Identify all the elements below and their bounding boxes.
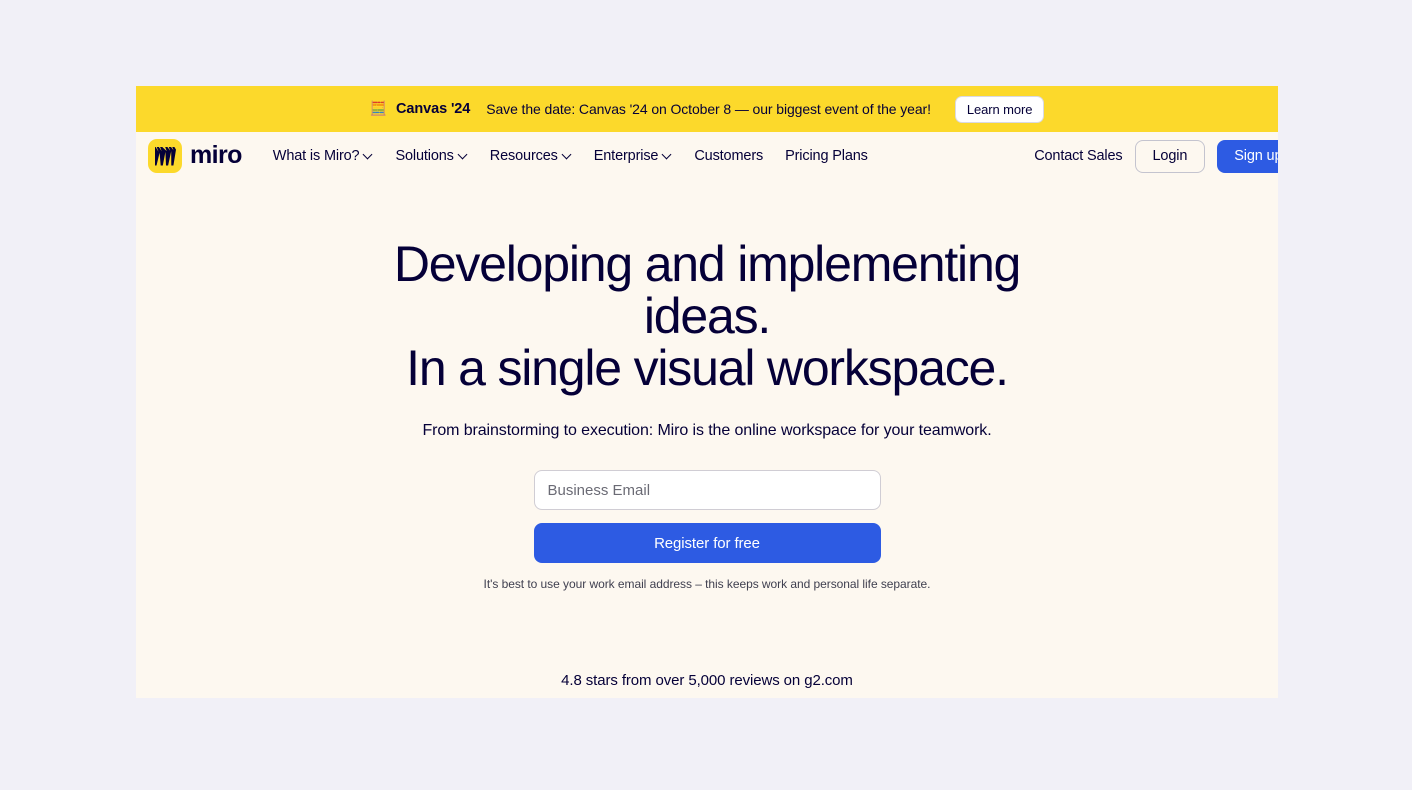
announcement-text: Save the date: Canvas '24 on October 8 —… (486, 101, 931, 117)
nav-item-resources[interactable]: Resources (479, 142, 583, 170)
nav-links: What is Miro? Solutions Resources Enterp… (262, 142, 879, 170)
abacus-icon: 🧮 (369, 100, 388, 116)
email-disclaimer: It's best to use your work email address… (483, 577, 931, 591)
chevron-down-icon (364, 150, 373, 159)
announcement-banner: 🧮 Canvas '24 Save the date: Canvas '24 o… (136, 86, 1278, 132)
signup-form: Register for free (136, 470, 1278, 563)
chevron-down-icon (459, 150, 468, 159)
miro-m-icon (148, 139, 182, 173)
nav-left-group: miro What is Miro? Solutions Resources E… (148, 139, 879, 173)
chevron-down-icon (563, 150, 572, 159)
nav-item-label: Pricing Plans (785, 148, 868, 164)
nav-item-label: Solutions (395, 148, 454, 164)
signup-button[interactable]: Sign up for free (1217, 139, 1278, 173)
miro-logo[interactable]: miro (148, 139, 242, 173)
hero-title-line-3: In a single visual workspace. (406, 340, 1009, 396)
nav-item-enterprise[interactable]: Enterprise (583, 142, 684, 170)
learn-more-button[interactable]: Learn more (954, 95, 1045, 123)
nav-item-customers[interactable]: Customers (683, 142, 774, 170)
hero-subtitle: From brainstorming to execution: Miro is… (422, 422, 992, 439)
browser-viewport: 🧮 Canvas '24 Save the date: Canvas '24 o… (136, 86, 1278, 698)
nav-right-group: Contact Sales Login Sign up for free (1034, 139, 1278, 173)
announcement-content: 🧮 Canvas '24 Save the date: Canvas '24 o… (370, 101, 931, 117)
contact-sales-link[interactable]: Contact Sales (1034, 148, 1122, 164)
hero-section: Developing and implementing ideas. In a … (136, 180, 1278, 698)
hero-title-line-1: Developing and implementing (393, 236, 1022, 292)
main-navigation: miro What is Miro? Solutions Resources E… (136, 132, 1278, 180)
nav-item-what-is-miro[interactable]: What is Miro? (262, 142, 385, 170)
nav-item-label: Resources (489, 148, 558, 164)
nav-item-label: Customers (694, 148, 764, 164)
page-title: Developing and implementing ideas. In a … (357, 238, 1057, 394)
nav-item-pricing-plans[interactable]: Pricing Plans (774, 142, 879, 170)
nav-item-solutions[interactable]: Solutions (384, 142, 478, 170)
nav-item-label: Enterprise (593, 148, 659, 164)
miro-wordmark: miro (190, 140, 242, 169)
nav-item-label: What is Miro? (272, 148, 360, 164)
register-for-free-button[interactable]: Register for free (533, 523, 881, 563)
reviews-rating-text: 4.8 stars from over 5,000 reviews on g2.… (561, 672, 853, 689)
chevron-down-icon (663, 150, 672, 159)
announcement-title: Canvas '24 (396, 101, 471, 117)
login-button[interactable]: Login (1134, 139, 1206, 173)
business-email-input[interactable] (533, 470, 881, 510)
hero-title-line-2: ideas. (643, 288, 771, 344)
